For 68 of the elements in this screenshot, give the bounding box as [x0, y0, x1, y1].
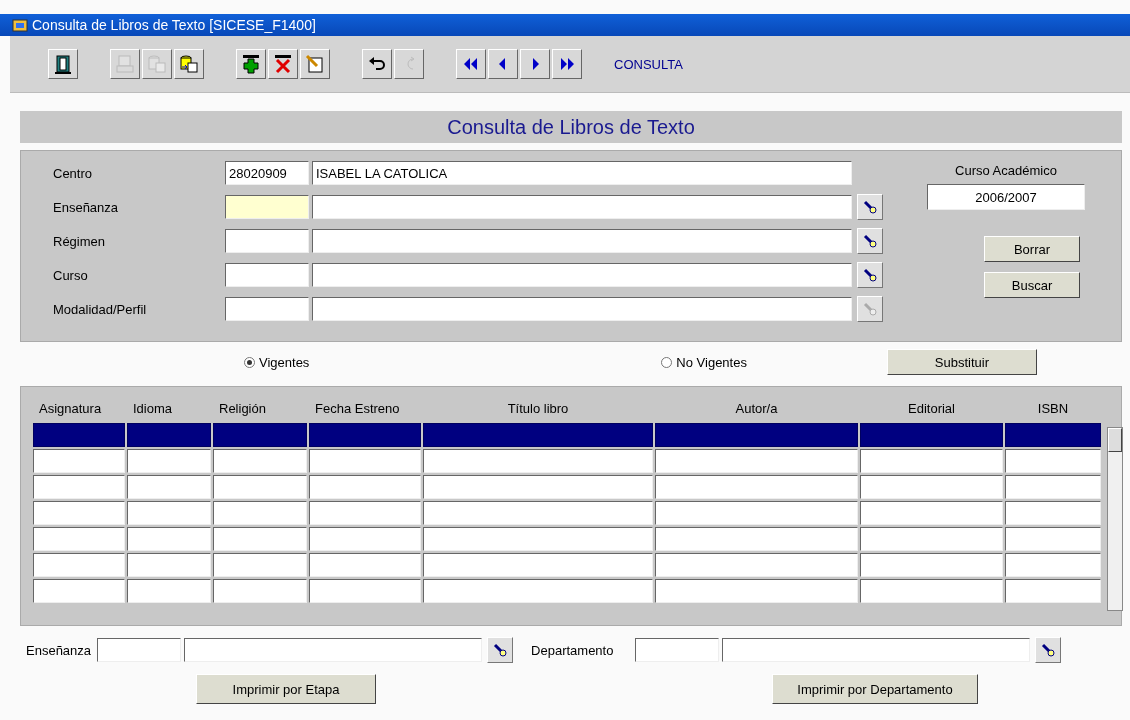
radio-option[interactable]: No Vigentes	[661, 354, 747, 370]
database-icon[interactable]	[174, 49, 204, 79]
code-field[interactable]	[225, 195, 309, 219]
field-label: Enseñanza	[26, 642, 92, 658]
lookup-button[interactable]	[487, 637, 514, 663]
table-row[interactable]	[33, 449, 1101, 473]
lookup-button[interactable]	[857, 228, 883, 254]
table-row[interactable]	[33, 553, 1101, 577]
column-header: Título libro	[506, 400, 570, 416]
field-label: Modalidad/Perfil	[52, 301, 148, 317]
print-button[interactable]: Imprimir por Etapa	[196, 674, 376, 704]
field-label: Curso	[52, 267, 89, 283]
column-header: Autor/a	[734, 400, 779, 416]
lookup-button[interactable]	[857, 194, 883, 220]
description-field[interactable]	[312, 229, 852, 253]
undo-icon[interactable]	[362, 49, 392, 79]
field-label: Curso Académico	[955, 163, 1057, 178]
flashlight-icon	[862, 199, 878, 215]
description-field[interactable]	[312, 263, 852, 287]
field-label: Enseñanza	[52, 199, 120, 215]
plus-icon[interactable]	[236, 49, 266, 79]
radio-icon[interactable]	[661, 356, 673, 368]
column-header: Editorial	[907, 400, 956, 416]
table-row[interactable]	[33, 501, 1101, 525]
flashlight-icon	[862, 267, 878, 283]
flashlight-icon	[1040, 642, 1057, 658]
section-header: Consulta de Libros de Texto	[20, 111, 1122, 143]
form-button[interactable]: Borrar	[984, 236, 1080, 262]
print-button[interactable]: Imprimir por Departamento	[772, 674, 978, 704]
description-field[interactable]	[312, 297, 852, 321]
table-row[interactable]	[33, 475, 1101, 499]
code-field[interactable]	[635, 638, 720, 662]
description-field[interactable]	[184, 638, 483, 662]
academic-year-field[interactable]: 2006/2007	[927, 184, 1085, 210]
flashlight-icon	[862, 301, 878, 317]
x-icon[interactable]	[268, 49, 298, 79]
flashlight-icon	[492, 642, 509, 658]
lookup-button[interactable]	[857, 262, 883, 288]
field-label: Centro	[52, 165, 94, 181]
column-header: Religión	[218, 400, 267, 416]
pencil-icon[interactable]	[300, 49, 330, 79]
door-icon[interactable]	[48, 49, 78, 79]
substitute-button[interactable]: Substituir	[886, 349, 1037, 375]
column-header: Asignatura	[38, 400, 103, 416]
column-header: ISBN	[1036, 400, 1070, 416]
radio-option[interactable]: Vigentes	[244, 354, 310, 370]
code-field[interactable]	[225, 297, 309, 321]
window-title: Consulta de Libros de Texto [SICESE_F1400]	[32, 17, 316, 33]
code-field[interactable]: 28020909	[225, 161, 309, 185]
column-header: Fecha Estreno	[314, 400, 401, 416]
code-field[interactable]	[225, 263, 309, 287]
radio-icon[interactable]	[244, 356, 255, 368]
mode-label: CONSULTA	[614, 56, 683, 72]
field-label: Departamento	[531, 642, 614, 658]
form-button[interactable]: Buscar	[984, 272, 1080, 298]
table-row[interactable]	[33, 579, 1101, 603]
code-field[interactable]	[225, 229, 309, 253]
app-icon	[12, 17, 28, 33]
flashlight-icon	[862, 233, 878, 249]
table-row[interactable]	[33, 527, 1101, 551]
code-field[interactable]	[97, 638, 182, 662]
scrollbar[interactable]	[1107, 427, 1123, 611]
description-field[interactable]: ISABEL LA CATOLICA	[312, 161, 852, 185]
column-header: Idioma	[132, 400, 174, 416]
description-field[interactable]	[312, 195, 852, 219]
field-label: Régimen	[52, 233, 107, 249]
lookup-button[interactable]	[1035, 637, 1062, 663]
description-field[interactable]	[722, 638, 1031, 662]
